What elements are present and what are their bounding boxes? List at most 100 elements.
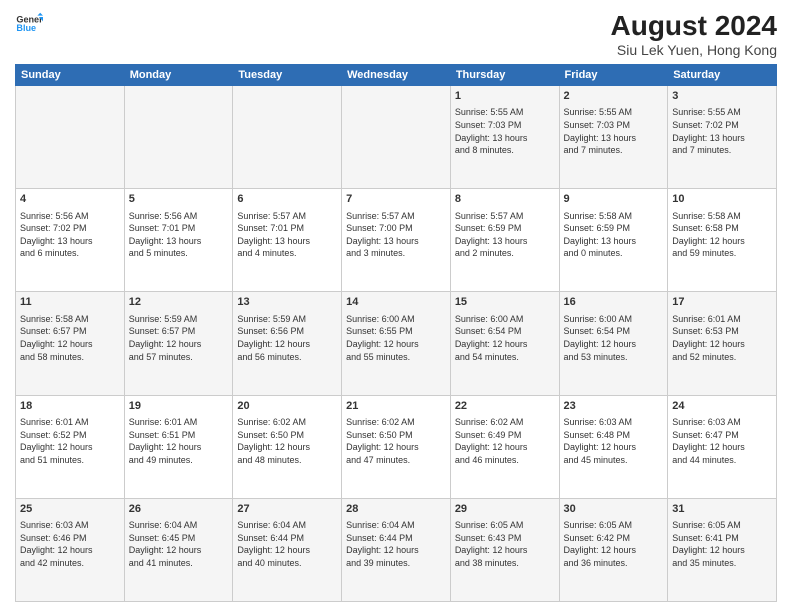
- day-info: and 53 minutes.: [564, 351, 664, 364]
- day-info: Daylight: 12 hours: [237, 338, 337, 351]
- table-cell: 5Sunrise: 5:56 AMSunset: 7:01 PMDaylight…: [124, 189, 233, 292]
- day-number: 8: [455, 192, 555, 207]
- day-info: and 55 minutes.: [346, 351, 446, 364]
- table-row: 11Sunrise: 5:58 AMSunset: 6:57 PMDayligh…: [16, 292, 777, 395]
- table-row: 25Sunrise: 6:03 AMSunset: 6:46 PMDayligh…: [16, 498, 777, 601]
- day-info: and 36 minutes.: [564, 557, 664, 570]
- day-info: Sunrise: 6:04 AM: [237, 519, 337, 532]
- day-info: Daylight: 13 hours: [237, 235, 337, 248]
- calendar-page: General Blue August 2024 Siu Lek Yuen, H…: [0, 0, 792, 612]
- col-sunday: Sunday: [16, 65, 125, 86]
- day-info: Sunrise: 5:55 AM: [672, 106, 772, 119]
- table-cell: 14Sunrise: 6:00 AMSunset: 6:55 PMDayligh…: [342, 292, 451, 395]
- day-info: Sunset: 6:44 PM: [346, 532, 446, 545]
- table-cell: 8Sunrise: 5:57 AMSunset: 6:59 PMDaylight…: [450, 189, 559, 292]
- day-info: and 56 minutes.: [237, 351, 337, 364]
- day-info: Sunrise: 6:00 AM: [455, 313, 555, 326]
- day-info: Sunrise: 5:57 AM: [455, 210, 555, 223]
- day-info: Sunset: 6:48 PM: [564, 429, 664, 442]
- table-cell: 12Sunrise: 5:59 AMSunset: 6:57 PMDayligh…: [124, 292, 233, 395]
- col-friday: Friday: [559, 65, 668, 86]
- day-number: 7: [346, 192, 446, 207]
- day-info: Sunrise: 6:05 AM: [455, 519, 555, 532]
- day-info: Sunrise: 6:01 AM: [129, 416, 229, 429]
- day-number: 9: [564, 192, 664, 207]
- day-info: and 58 minutes.: [20, 351, 120, 364]
- day-info: Sunrise: 5:58 AM: [20, 313, 120, 326]
- day-info: Sunrise: 6:03 AM: [564, 416, 664, 429]
- day-number: 6: [237, 192, 337, 207]
- day-info: Sunset: 7:01 PM: [129, 222, 229, 235]
- day-info: Sunrise: 6:04 AM: [346, 519, 446, 532]
- day-info: Sunset: 6:50 PM: [237, 429, 337, 442]
- day-info: Sunset: 6:51 PM: [129, 429, 229, 442]
- col-thursday: Thursday: [450, 65, 559, 86]
- day-number: 15: [455, 295, 555, 310]
- day-info: Sunrise: 6:01 AM: [672, 313, 772, 326]
- col-saturday: Saturday: [668, 65, 777, 86]
- day-info: Sunset: 6:49 PM: [455, 429, 555, 442]
- day-info: and 41 minutes.: [129, 557, 229, 570]
- table-cell: 21Sunrise: 6:02 AMSunset: 6:50 PMDayligh…: [342, 395, 451, 498]
- day-info: Sunrise: 5:55 AM: [455, 106, 555, 119]
- day-info: Sunrise: 5:59 AM: [129, 313, 229, 326]
- day-number: 22: [455, 399, 555, 414]
- table-cell: [233, 86, 342, 189]
- day-info: Daylight: 12 hours: [564, 544, 664, 557]
- day-info: Sunset: 6:53 PM: [672, 325, 772, 338]
- day-info: and 39 minutes.: [346, 557, 446, 570]
- day-info: Daylight: 12 hours: [20, 544, 120, 557]
- table-cell: 25Sunrise: 6:03 AMSunset: 6:46 PMDayligh…: [16, 498, 125, 601]
- day-info: Sunset: 7:03 PM: [455, 119, 555, 132]
- day-info: Daylight: 12 hours: [20, 338, 120, 351]
- day-info: and 54 minutes.: [455, 351, 555, 364]
- day-info: Sunset: 6:45 PM: [129, 532, 229, 545]
- day-info: Daylight: 12 hours: [237, 544, 337, 557]
- day-number: 27: [237, 502, 337, 517]
- day-info: Sunrise: 6:02 AM: [346, 416, 446, 429]
- day-info: Sunset: 7:02 PM: [672, 119, 772, 132]
- day-info: Sunset: 7:01 PM: [237, 222, 337, 235]
- table-cell: 28 Sunrise: 6:04 AMSunset: 6:44 PMDayligh…: [342, 498, 451, 601]
- table-cell: 2Sunrise: 5:55 AMSunset: 7:03 PMDaylight…: [559, 86, 668, 189]
- day-number: 28: [346, 502, 446, 517]
- day-info: Daylight: 12 hours: [129, 544, 229, 557]
- day-info: Daylight: 12 hours: [20, 441, 120, 454]
- day-info: and 45 minutes.: [564, 454, 664, 467]
- day-info: Daylight: 13 hours: [20, 235, 120, 248]
- day-info: Sunset: 6:59 PM: [455, 222, 555, 235]
- day-info: Sunrise: 6:01 AM: [20, 416, 120, 429]
- day-number: 14: [346, 295, 446, 310]
- day-info: Sunset: 6:46 PM: [20, 532, 120, 545]
- day-info: Daylight: 13 hours: [564, 132, 664, 145]
- day-number: 26: [129, 502, 229, 517]
- day-info: and 7 minutes.: [564, 144, 664, 157]
- day-number: 23: [564, 399, 664, 414]
- table-cell: 30Sunrise: 6:05 AMSunset: 6:42 PMDayligh…: [559, 498, 668, 601]
- day-info: Sunrise: 6:04 AM: [129, 519, 229, 532]
- day-info: Sunrise: 6:00 AM: [564, 313, 664, 326]
- table-cell: 23Sunrise: 6:03 AMSunset: 6:48 PMDayligh…: [559, 395, 668, 498]
- table-row: 1Sunrise: 5:55 AMSunset: 7:03 PMDaylight…: [16, 86, 777, 189]
- day-info: and 57 minutes.: [129, 351, 229, 364]
- day-info: and 8 minutes.: [455, 144, 555, 157]
- day-info: Sunset: 6:47 PM: [672, 429, 772, 442]
- day-info: Sunset: 6:44 PM: [237, 532, 337, 545]
- day-info: and 3 minutes.: [346, 247, 446, 260]
- day-info: Daylight: 12 hours: [346, 544, 446, 557]
- header: General Blue August 2024 Siu Lek Yuen, H…: [15, 10, 777, 58]
- day-info: Sunrise: 5:59 AM: [237, 313, 337, 326]
- day-info: Daylight: 13 hours: [346, 235, 446, 248]
- day-info: Sunset: 7:02 PM: [20, 222, 120, 235]
- table-cell: 1Sunrise: 5:55 AMSunset: 7:03 PMDaylight…: [450, 86, 559, 189]
- day-info: and 40 minutes.: [237, 557, 337, 570]
- day-info: Sunrise: 5:58 AM: [672, 210, 772, 223]
- day-info: Sunset: 6:57 PM: [129, 325, 229, 338]
- day-info: Sunrise: 6:02 AM: [237, 416, 337, 429]
- table-cell: 24Sunrise: 6:03 AMSunset: 6:47 PMDayligh…: [668, 395, 777, 498]
- day-info: and 52 minutes.: [672, 351, 772, 364]
- day-info: Sunset: 6:54 PM: [564, 325, 664, 338]
- day-number: 2: [564, 89, 664, 104]
- day-info: and 4 minutes.: [237, 247, 337, 260]
- table-cell: 19Sunrise: 6:01 AMSunset: 6:51 PMDayligh…: [124, 395, 233, 498]
